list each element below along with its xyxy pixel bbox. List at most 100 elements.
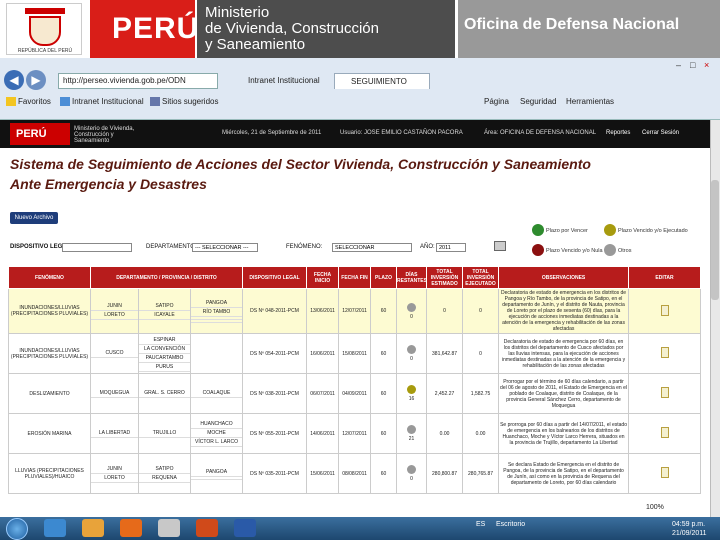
col-total-ejecutado: TOTAL INVERSIÓN EJECUTADO <box>462 266 500 289</box>
fenomeno-cell: INUNDACIONES/LLUVIAS (PRECIPITACIONES PL… <box>8 288 91 334</box>
ministry-line-2: de Vivienda, Construcción <box>205 20 379 37</box>
anio-select[interactable]: 2011 <box>436 243 466 252</box>
distrito-cell-item: HUANCHACO <box>191 420 242 429</box>
provincia-cell: GRAL. S. CERRO <box>138 373 191 414</box>
departamento-cell-item: JUNIN <box>91 302 138 311</box>
legend-red-label: Plazo Vencido y/o Nula <box>546 248 603 254</box>
col-total-estimado: TOTAL INVERSIÓN ESTIMADO <box>426 266 464 289</box>
fenomeno-select[interactable]: SELECCIONAR <box>332 243 412 252</box>
edit-document-icon[interactable] <box>660 304 669 316</box>
table-row: LLUVIAS (PRECIPITACIONES PLUVIALES)/HUAI… <box>8 453 702 494</box>
favorite-intranet[interactable]: Intranet Institucional <box>60 97 144 107</box>
ministry-block: Ministerio de Vivienda, Construcción y S… <box>197 0 455 58</box>
dias-cell: 0 <box>396 333 428 374</box>
reportes-link[interactable]: Reportes <box>606 130 630 136</box>
tab-intranet[interactable]: Intranet Institucional <box>232 73 328 89</box>
table-row: INUNDACIONES/LLUVIAS (PRECIPITACIONES PL… <box>8 288 702 334</box>
total-estimado-cell: 2,452.27 <box>426 373 464 414</box>
provincia-cell: TRUJILLO <box>138 413 191 454</box>
ie-taskbar-icon[interactable] <box>44 519 66 537</box>
menu-seguridad[interactable]: Seguridad <box>520 97 556 106</box>
total-ejecutado-cell: 0 <box>462 288 500 334</box>
favorites-star-icon[interactable]: Favoritos <box>6 97 51 107</box>
distrito-cell: COALAQUE <box>189 373 244 414</box>
legend-green-dot <box>532 224 544 236</box>
departamento-cell-item: LORETO <box>91 311 138 320</box>
total-ejecutado-cell: 0 <box>462 333 500 374</box>
dias-cell: 21 <box>396 413 428 454</box>
fecha-fin-cell: 12/07/2011 <box>338 288 372 334</box>
fecha-fin-cell: 04/09/2011 <box>338 373 372 414</box>
start-button-icon[interactable] <box>6 518 28 540</box>
scroll-thumb[interactable] <box>711 180 719 300</box>
emergency-table: FENÓMENO DEPARTAMENTO / PROVINCIA / DIST… <box>8 266 702 494</box>
departamento-cell-item: CUSCO <box>91 349 138 358</box>
edit-document-icon[interactable] <box>660 347 669 358</box>
menu-pagina[interactable]: Página <box>484 97 509 106</box>
legend-olive-label: Plazo Vencido y/o Ejecutado <box>618 228 688 234</box>
back-arrow-icon[interactable]: ◀ <box>4 70 24 90</box>
fenomeno-cell: EROSIÓN MARINA <box>8 413 91 454</box>
maximize-button[interactable]: □ <box>690 60 704 70</box>
total-estimado-cell: 280,800.87 <box>426 453 464 494</box>
dias-cell: 0 <box>396 288 428 334</box>
menu-herramientas[interactable]: Herramientas <box>566 97 614 106</box>
ministry-line-1: Ministerio <box>205 4 270 21</box>
editar-cell <box>628 288 702 334</box>
firefox-taskbar-icon[interactable] <box>120 519 142 537</box>
distrito-cell-item: RÍO TAMBO <box>191 308 242 317</box>
tab-seguimiento[interactable]: SEGUIMIENTO <box>334 73 430 89</box>
office-block: Oficina de Defensa Nacional <box>458 0 720 58</box>
print-icon[interactable] <box>494 241 506 251</box>
dias-value: 16 <box>408 396 415 402</box>
dias-value: 21 <box>408 436 415 442</box>
explorer-taskbar-icon[interactable] <box>82 519 104 537</box>
dispositivo-cell: DS Nº 054-2011-PCM <box>242 333 308 374</box>
total-ejecutado-cell: 280,765.87 <box>462 453 500 494</box>
dispositivo-cell: DS Nº 038-2011-PCM <box>242 373 308 414</box>
close-button[interactable]: × <box>704 60 718 70</box>
observaciones-cell: Prorrogar por el término de 60 días cale… <box>498 373 630 414</box>
word-taskbar-icon[interactable] <box>234 519 256 537</box>
dispositivo-input[interactable] <box>62 243 132 252</box>
table-row: INUNDACIONES/LLUVIAS (PRECIPITACIONES PL… <box>8 333 702 374</box>
col-fecha-inicio: FECHA INICIO <box>306 266 340 289</box>
legend-green-label: Plazo por Vencer <box>546 228 588 234</box>
distrito-cell: PANGOA <box>189 453 244 494</box>
app-taskbar-icon[interactable] <box>158 519 180 537</box>
distrito-cell: HUANCHACO MOCHE VÍCTOR L. LARCO <box>189 413 244 454</box>
col-observaciones: OBSERVACIONES <box>498 266 630 289</box>
provincia-cell: ESPINAR LA CONVENCIÓN PAUCARTAMBO PURUS <box>138 333 191 374</box>
national-shield-icon: REPÚBLICA DEL PERÚ <box>6 3 82 55</box>
edit-document-icon[interactable] <box>660 467 669 478</box>
departamento-select[interactable]: --- SELECCIONAR --- <box>192 243 258 252</box>
zoom-level[interactable]: 100% <box>646 504 664 511</box>
fecha-fin-cell: 15/08/2011 <box>338 333 372 374</box>
favorite-suggested[interactable]: Sitios sugeridos <box>150 97 218 107</box>
col-plazo: PLAZO <box>370 266 398 289</box>
peru-label-block: PERÚ <box>90 0 198 58</box>
edit-document-icon[interactable] <box>660 387 669 398</box>
total-estimado-cell: 381,642.87 <box>426 333 464 374</box>
edit-document-icon[interactable] <box>660 427 669 438</box>
desktop-label[interactable]: Escritorio <box>496 521 525 528</box>
editar-cell <box>628 413 702 454</box>
lang-indicator[interactable]: ES <box>476 521 485 528</box>
departamento-cell: JUNIN LORETO <box>90 288 139 334</box>
legend-olive-dot <box>604 224 616 236</box>
office-label: Oficina de Defensa Nacional <box>464 16 680 33</box>
status-dot-icon <box>407 465 417 474</box>
cerrar-sesion-link[interactable]: Cerrar Sesión <box>642 130 679 136</box>
forward-arrow-icon[interactable]: ▶ <box>26 70 46 90</box>
distrito-cell-item: VÍCTOR L. LARCO <box>191 438 242 447</box>
new-file-button[interactable]: Nuevo Archivo <box>10 212 58 224</box>
dispositivo-cell: DS Nº 048-2011-PCM <box>242 288 308 334</box>
distrito-cell-item: PANGOA <box>191 468 242 477</box>
dias-value: 0 <box>410 476 413 482</box>
powerpoint-taskbar-icon[interactable] <box>196 519 218 537</box>
dias-cell: 0 <box>396 453 428 494</box>
minimize-button[interactable]: – <box>676 60 690 70</box>
address-bar[interactable]: http://perseo.vivienda.gob.pe/ODN <box>58 73 218 89</box>
provincia-cell-item: REQUENA <box>139 474 190 483</box>
clock-time: 04:59 p.m. <box>672 521 706 528</box>
